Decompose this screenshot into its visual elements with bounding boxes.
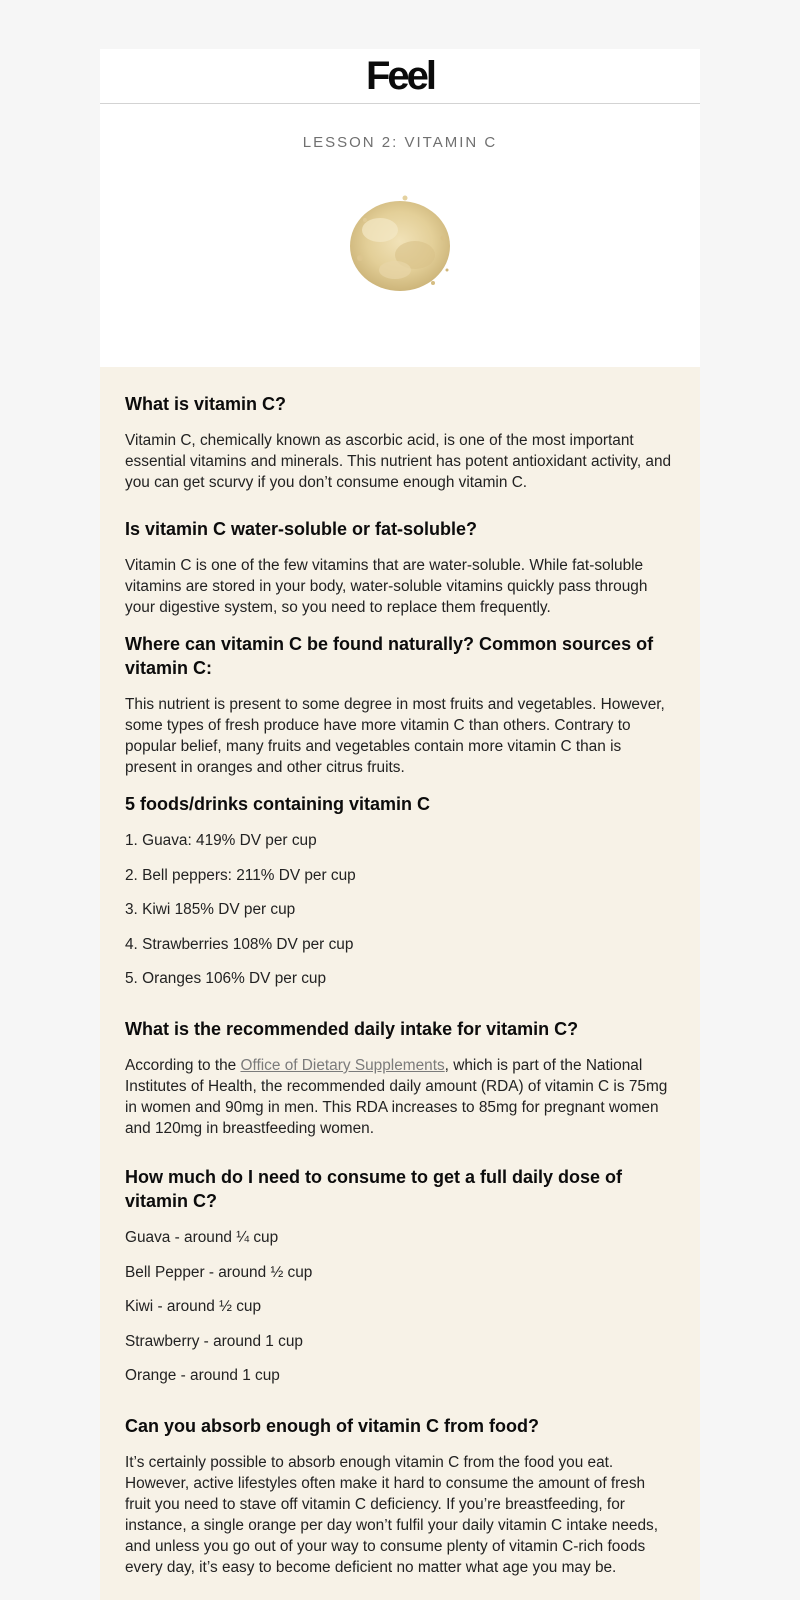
vitamin-c-powder-image [350, 195, 450, 291]
section-dose: How much do I need to consume to get a f… [125, 1165, 675, 1386]
section-heading: How much do I need to consume to get a f… [125, 1167, 623, 1211]
section-heading: What is vitamin C? [125, 394, 287, 414]
list-item: Strawberry - around 1 cup [125, 1332, 303, 1350]
section-foods: 5 foods/drinks containing vitamin C 1. G… [125, 792, 675, 989]
section-body: Vitamin C, chemically known as ascorbic … [125, 432, 672, 491]
list-item: 4. Strawberries 108% DV per cup [125, 935, 354, 953]
list-item: Orange - around 1 cup [125, 1367, 280, 1384]
office-of-dietary-supplements-link[interactable]: Office of Dietary Supplements [241, 1057, 445, 1074]
body-text: According to the [125, 1057, 241, 1074]
list-item: Kiwi - around ½ cup [125, 1298, 262, 1315]
section-absorb: Can you absorb enough of vitamin C from … [125, 1414, 675, 1578]
list-item: Guava - around ¼ cup [125, 1229, 279, 1246]
section-body: This nutrient is present to some degree … [125, 696, 665, 776]
list-item: 2. Bell peppers: 211% DV per cup [125, 866, 356, 884]
section-heading: What is the recommended daily intake for… [125, 1019, 579, 1039]
section-soluble: Is vitamin C water-soluble or fat-solubl… [125, 517, 675, 618]
list-item: 5. Oranges 106% DV per cup [125, 970, 327, 987]
section-intake: What is the recommended daily intake for… [125, 1017, 675, 1139]
section-heading: Where can vitamin C be found naturally? … [125, 634, 654, 678]
section-heading: Can you absorb enough of vitamin C from … [125, 1416, 539, 1436]
section-body: According to the Office of Dietary Suppl… [125, 1055, 675, 1139]
list-item: 3. Kiwi 185% DV per cup [125, 901, 296, 918]
email-header: Feel LESSON 2: VITAMIN C [100, 49, 700, 367]
list-item: Bell Pepper - around ½ cup [125, 1263, 313, 1281]
section-sources: Where can vitamin C be found naturally? … [125, 632, 675, 778]
section-body: Vitamin C is one of the few vitamins tha… [125, 557, 648, 616]
section-body: It’s certainly possible to absorb enough… [125, 1454, 658, 1576]
email-card: Feel LESSON 2: VITAMIN C What is vitamin… [100, 49, 700, 1600]
lesson-content: What is vitamin C? Vitamin C, chemically… [100, 367, 700, 1600]
section-heading: Is vitamin C water-soluble or fat-solubl… [125, 519, 478, 539]
section-what-is: What is vitamin C? Vitamin C, chemically… [125, 392, 675, 493]
list-item: 1. Guava: 419% DV per cup [125, 832, 317, 849]
lesson-title: LESSON 2: VITAMIN C [302, 134, 498, 151]
feel-logo[interactable]: Feel [100, 49, 700, 104]
section-heading: 5 foods/drinks containing vitamin C [125, 794, 431, 814]
